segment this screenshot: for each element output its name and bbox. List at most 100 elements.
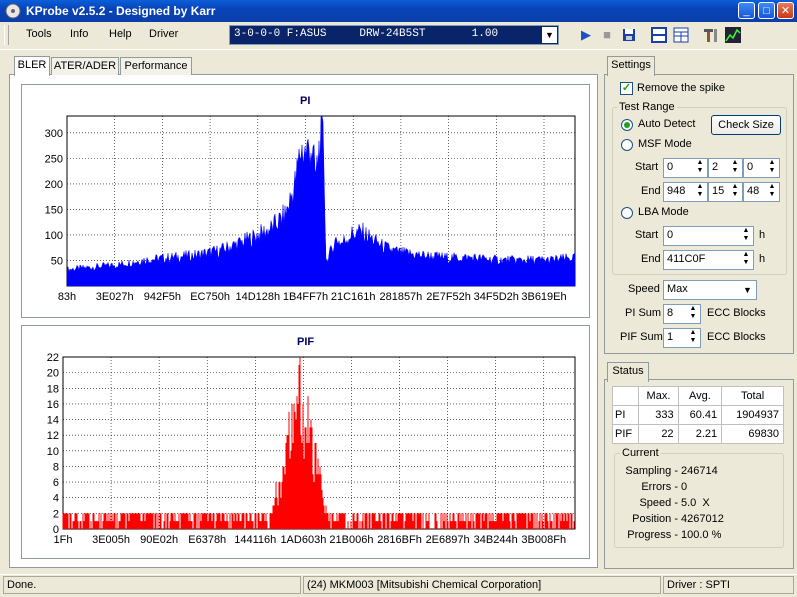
stats-cell: 1904937: [721, 405, 784, 425]
window-title: KProbe v2.5.2 - Designed by Karr: [26, 4, 216, 18]
msf-start-min-spinner[interactable]: ▲ ▼: [693, 159, 707, 177]
chart-icon[interactable]: [724, 26, 742, 44]
tools-icon[interactable]: [702, 26, 720, 44]
position-value: 4267012: [681, 513, 724, 525]
y-tick-label: 100: [45, 230, 63, 242]
pif-sum-unit: ECC Blocks: [707, 331, 766, 343]
msf-start-frame-spinner[interactable]: ▲ ▼: [765, 159, 779, 177]
table-row: PI 333 60.41 1904937: [611, 405, 784, 425]
lba-end-value: 411C0F: [667, 253, 706, 265]
stop-icon[interactable]: ■: [598, 26, 616, 44]
pi-sum-label: PI Sum: [625, 307, 662, 319]
position-label: Position -: [632, 513, 678, 525]
y-tick-label: 10: [47, 446, 59, 458]
drive-select[interactable]: 3-0-0-0 F:ASUS DRW-24B5ST 1.00 ▼: [229, 25, 559, 45]
menu-tools[interactable]: Tools: [26, 28, 52, 40]
progress-value: 100.0 %: [681, 529, 722, 541]
lba-start-spinner[interactable]: ▲ ▼: [739, 227, 753, 245]
tab-ater-ader[interactable]: ATER/ADER: [51, 57, 119, 75]
pif-chart: PIF 0 2 4 6 8 10 12 14 16 18 20 22 1Fh 3E005h 90E02h E6…: [21, 325, 590, 559]
errors-value: 0: [681, 481, 688, 493]
msf-start-sec-spinner[interactable]: ▲ ▼: [728, 159, 742, 177]
stats-cell: 69830: [721, 424, 784, 444]
pi-sum-spinner[interactable]: ▲ ▼: [686, 305, 700, 323]
check-size-button[interactable]: Check Size: [711, 115, 781, 135]
tab-status[interactable]: Status: [607, 362, 649, 382]
lba-start-value: 0: [667, 229, 674, 241]
stats-header-cell: Max.: [638, 386, 679, 406]
tab-settings[interactable]: Settings: [607, 56, 655, 76]
y-tick-label: 300: [45, 128, 63, 140]
save-icon[interactable]: [620, 26, 638, 44]
pi-sum-unit: ECC Blocks: [707, 307, 766, 319]
msf-start-sec-value: 2: [712, 161, 719, 173]
remove-spike-checkbox[interactable]: ✓: [620, 82, 633, 95]
menu-info[interactable]: Info: [70, 28, 88, 40]
test-range-label: Test Range: [617, 101, 677, 113]
start-icon[interactable]: ▶: [577, 26, 595, 44]
lba-mode-radio[interactable]: [621, 207, 633, 219]
msf-mode-radio[interactable]: [621, 139, 633, 151]
layout-grid-icon[interactable]: [672, 26, 690, 44]
maximize-button[interactable]: □: [758, 2, 775, 19]
msf-end-min-value: 948: [667, 185, 686, 197]
stats-cell: 22: [638, 424, 679, 444]
x-tick-label: 3E027h: [96, 291, 134, 303]
menu-driver[interactable]: Driver: [149, 28, 178, 40]
lba-end-spinner[interactable]: ▲ ▼: [739, 251, 753, 269]
layout-split-icon[interactable]: [650, 26, 668, 44]
app-icon: [5, 3, 21, 19]
msf-start-label: Start: [635, 161, 659, 173]
pif-sum-value: 1: [667, 331, 674, 343]
y-tick-label: 4: [53, 493, 59, 505]
table-row: PIF 22 2.21 69830: [611, 424, 784, 444]
msf-end-frame-spinner[interactable]: ▲ ▼: [765, 183, 779, 201]
msf-end-sec-spinner[interactable]: ▲ ▼: [728, 183, 742, 201]
menu-help[interactable]: Help: [109, 28, 132, 40]
y-tick-label: 2: [53, 508, 59, 520]
remove-spike-label: Remove the spike: [637, 82, 726, 94]
stats-header-cell: Avg.: [677, 386, 723, 406]
msf-start-frame-value: 0: [747, 161, 754, 173]
speed-current-label: Speed -: [639, 497, 678, 509]
msf-end-frame-value: 48: [747, 185, 760, 197]
stats-cell: 333: [638, 405, 679, 425]
errors-label: Errors -: [641, 481, 678, 493]
tab-bler[interactable]: BLER: [14, 56, 50, 76]
msf-start-min-value: 0: [667, 161, 674, 173]
auto-detect-radio[interactable]: [621, 119, 633, 131]
msf-end-min-spinner[interactable]: ▲ ▼: [693, 183, 707, 201]
lba-start-unit: h: [759, 229, 766, 241]
pif-sum-label: PIF Sum: [620, 331, 663, 343]
title-bar: KProbe v2.5.2 - Designed by Karr _ □ ✕: [0, 0, 797, 22]
minimize-button[interactable]: _: [738, 2, 755, 19]
y-tick-label: 22: [47, 352, 59, 364]
x-tick-label: 2E6897h: [426, 534, 470, 546]
chevron-down-icon[interactable]: ▼: [542, 27, 557, 43]
tab-performance[interactable]: Performance: [120, 57, 192, 75]
sampling-value: 246714: [681, 465, 718, 477]
msf-mode-label: MSF Mode: [638, 138, 692, 150]
close-button[interactable]: ✕: [777, 2, 794, 19]
y-tick-label: 200: [45, 179, 63, 191]
lba-mode-label: LBA Mode: [638, 206, 689, 218]
x-tick-label: 14D128h: [235, 291, 280, 303]
drive-select-value: 3-0-0-0 F:ASUS DRW-24B5ST 1.00: [234, 28, 499, 40]
x-tick-label: 1B4FF7h: [283, 291, 328, 303]
x-tick-label: 34B244h: [474, 534, 518, 546]
y-tick-label: 20: [47, 368, 59, 380]
x-tick-label: 34F5D2h: [474, 291, 519, 303]
lba-end-unit: h: [759, 253, 766, 265]
speed-current-value: 5.0 X: [681, 497, 710, 509]
y-tick-label: 150: [45, 204, 63, 216]
x-tick-label: 942F5h: [144, 291, 181, 303]
msf-end-sec-value: 15: [712, 185, 725, 197]
pif-sum-spinner[interactable]: ▲ ▼: [686, 329, 700, 347]
current-label: Current: [620, 447, 661, 459]
msf-end-label: End: [641, 185, 661, 197]
status-left: Done.: [3, 576, 301, 594]
progress-label: Progress -: [627, 529, 678, 541]
stats-cell: 60.41: [677, 405, 723, 425]
chevron-down-icon[interactable]: ▼: [740, 282, 755, 298]
pi-sum-value: 8: [667, 307, 674, 319]
